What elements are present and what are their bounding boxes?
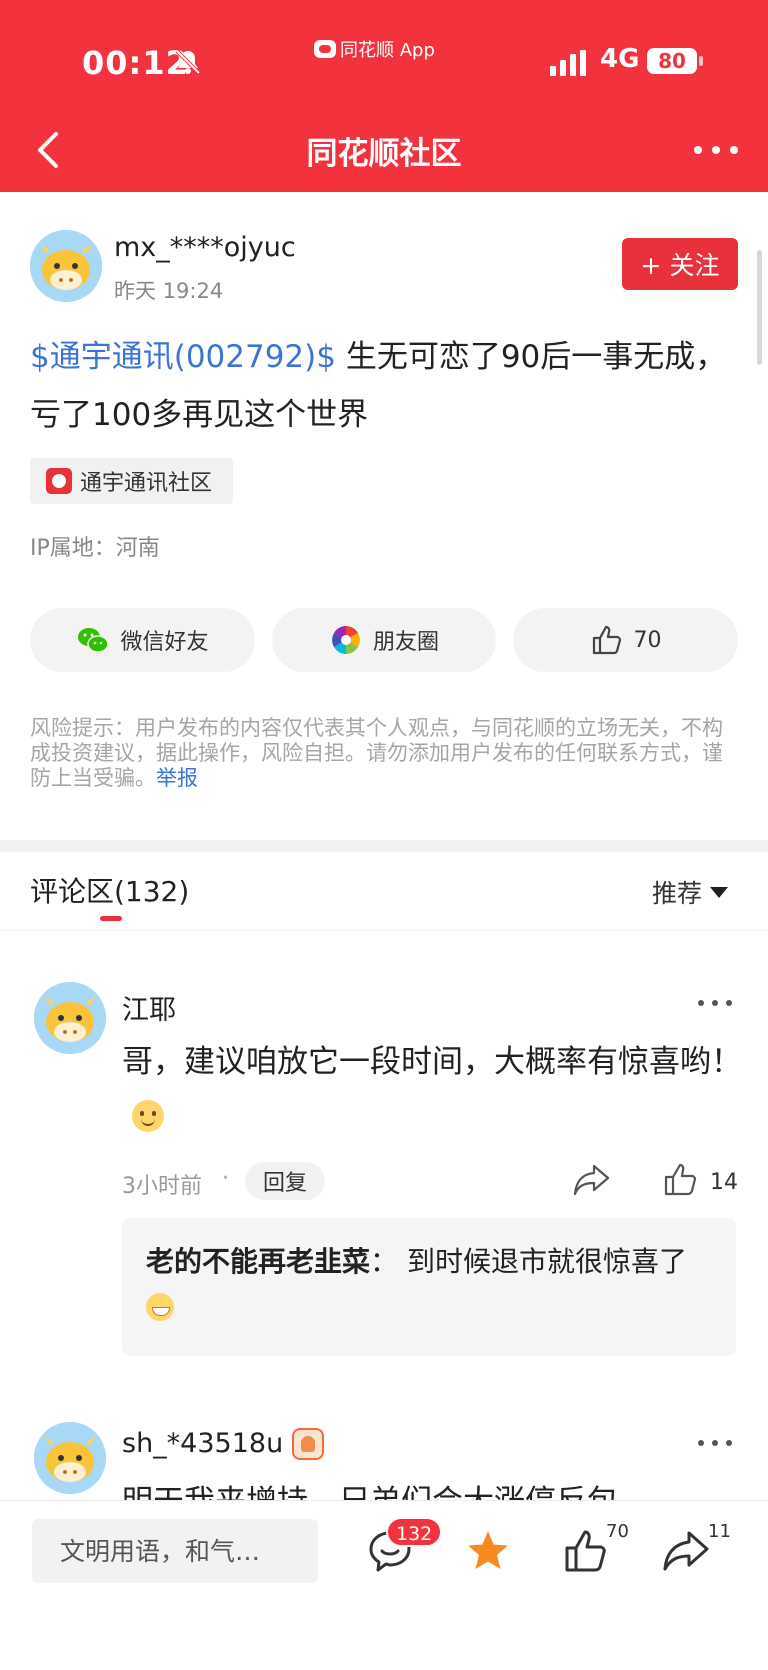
comment-like-icon[interactable] <box>662 1160 700 1198</box>
sort-label: 推荐 <box>652 879 703 908</box>
app-return-label[interactable]: 同花顺 App <box>314 36 435 62</box>
bell-muted-icon <box>175 49 201 75</box>
grin-emoji-icon <box>146 1293 174 1321</box>
comment-like-count: 14 <box>710 1170 738 1195</box>
author-username[interactable]: mx_****ojyuc <box>114 232 296 263</box>
battery-indicator: 80 <box>647 48 703 74</box>
like-thumb-icon[interactable] <box>562 1527 610 1575</box>
status-time: 00:12 <box>82 44 189 82</box>
network-type: 4G <box>600 44 640 74</box>
comment-more-icon[interactable] <box>698 1438 732 1448</box>
share-icon[interactable] <box>662 1527 710 1575</box>
reply-username[interactable]: 老的不能再老韭菜 <box>146 1245 370 1278</box>
more-options-icon[interactable] <box>694 140 738 160</box>
cow-mascot-icon <box>34 982 106 1054</box>
reply-text: 到时候退市就很惊喜了 <box>406 1245 687 1278</box>
community-tag-label: 通宇通讯社区 <box>80 471 213 496</box>
post-content: $通宇通讯(002792)$ 生无可恋了90后一事无成，亏了100多再见这个世界 <box>30 328 730 444</box>
app-label-text: 同花顺 App <box>340 40 435 61</box>
share-moments-label: 朋友圈 <box>372 630 439 655</box>
share-wechat-label: 微信好友 <box>120 630 209 655</box>
follow-button[interactable]: + 关注 <box>622 238 738 290</box>
moments-icon <box>332 626 360 654</box>
comment-more-icon[interactable] <box>698 998 732 1008</box>
comment-text: 哥，建议咱放它一段时间，大概率有惊喜哟！ <box>122 1036 742 1140</box>
share-count: 11 <box>708 1521 731 1542</box>
risk-disclaimer: 风险提示：用户发布的内容仅代表其个人观点，与同花顺的立场无关，不构成投资建议，据… <box>30 716 740 791</box>
community-tag[interactable]: 通宇通讯社区 <box>30 458 233 504</box>
reply-preview[interactable]: 老的不能再老韭菜： 到时候退市就很惊喜了 <box>122 1218 736 1356</box>
stock-link[interactable]: $通宇通讯(002792)$ <box>30 339 336 375</box>
page-title: 同花顺社区 <box>306 136 462 172</box>
post-like-button[interactable]: 70 <box>513 608 738 672</box>
commenter-username[interactable]: sh_*43518u <box>122 1428 283 1459</box>
ip-location: IP属地：河南 <box>30 536 160 561</box>
ths-logo-icon <box>314 40 336 58</box>
post-like-count: 70 <box>633 627 662 653</box>
reply-button[interactable]: 回复 <box>245 1162 325 1200</box>
bottom-action-bar: 132 70 11 <box>0 1500 768 1670</box>
meta-separator: · <box>222 1166 229 1191</box>
commenter-avatar[interactable] <box>34 982 106 1054</box>
community-icon <box>46 468 72 494</box>
commenter-avatar[interactable] <box>34 1422 106 1494</box>
section-divider <box>0 840 768 852</box>
like-count: 70 <box>606 1521 629 1542</box>
report-link[interactable]: 举报 <box>156 766 198 790</box>
comments-tab-indicator <box>100 916 122 921</box>
share-wechat-button[interactable]: 微信好友 <box>30 608 255 672</box>
author-avatar[interactable] <box>30 230 102 302</box>
comment-count-badge: 132 <box>386 1517 443 1547</box>
comments-divider <box>0 930 768 931</box>
reply-separator: ： <box>370 1245 399 1278</box>
cow-mascot-icon <box>34 1422 106 1494</box>
sort-dropdown[interactable]: 推荐 <box>652 874 729 910</box>
comment-text-content: 哥，建议咱放它一段时间，大概率有惊喜哟！ <box>122 1044 742 1080</box>
thumbs-up-icon <box>592 625 621 655</box>
share-moments-button[interactable]: 朋友圈 <box>272 608 496 672</box>
share-arrow-icon[interactable] <box>572 1162 612 1198</box>
comment-time: 3小时前 <box>122 1174 202 1199</box>
risk-text: 风险提示：用户发布的内容仅代表其个人观点，与同花顺的立场无关，不构成投资建议，据… <box>30 716 723 790</box>
signal-icon <box>550 50 586 76</box>
header-bar: 00:12 同花顺 App 4G 80 同花顺社区 <box>0 0 768 192</box>
comments-title: 评论区(132) <box>30 875 190 908</box>
comment-input[interactable] <box>32 1519 318 1583</box>
caret-down-icon <box>710 886 729 898</box>
commenter-username[interactable]: 江耶 <box>122 988 176 1027</box>
cow-mascot-icon <box>30 230 102 302</box>
comment-text: 明天我来增持，兄弟们会大涨停反包 <box>122 1484 618 1502</box>
smile-emoji-icon <box>132 1099 164 1132</box>
user-level-badge-icon <box>292 1428 324 1460</box>
wechat-icon <box>78 628 110 653</box>
post-timestamp: 昨天 19:24 <box>114 279 224 303</box>
scrollbar <box>757 250 762 365</box>
favorite-star-icon[interactable] <box>464 1527 512 1575</box>
